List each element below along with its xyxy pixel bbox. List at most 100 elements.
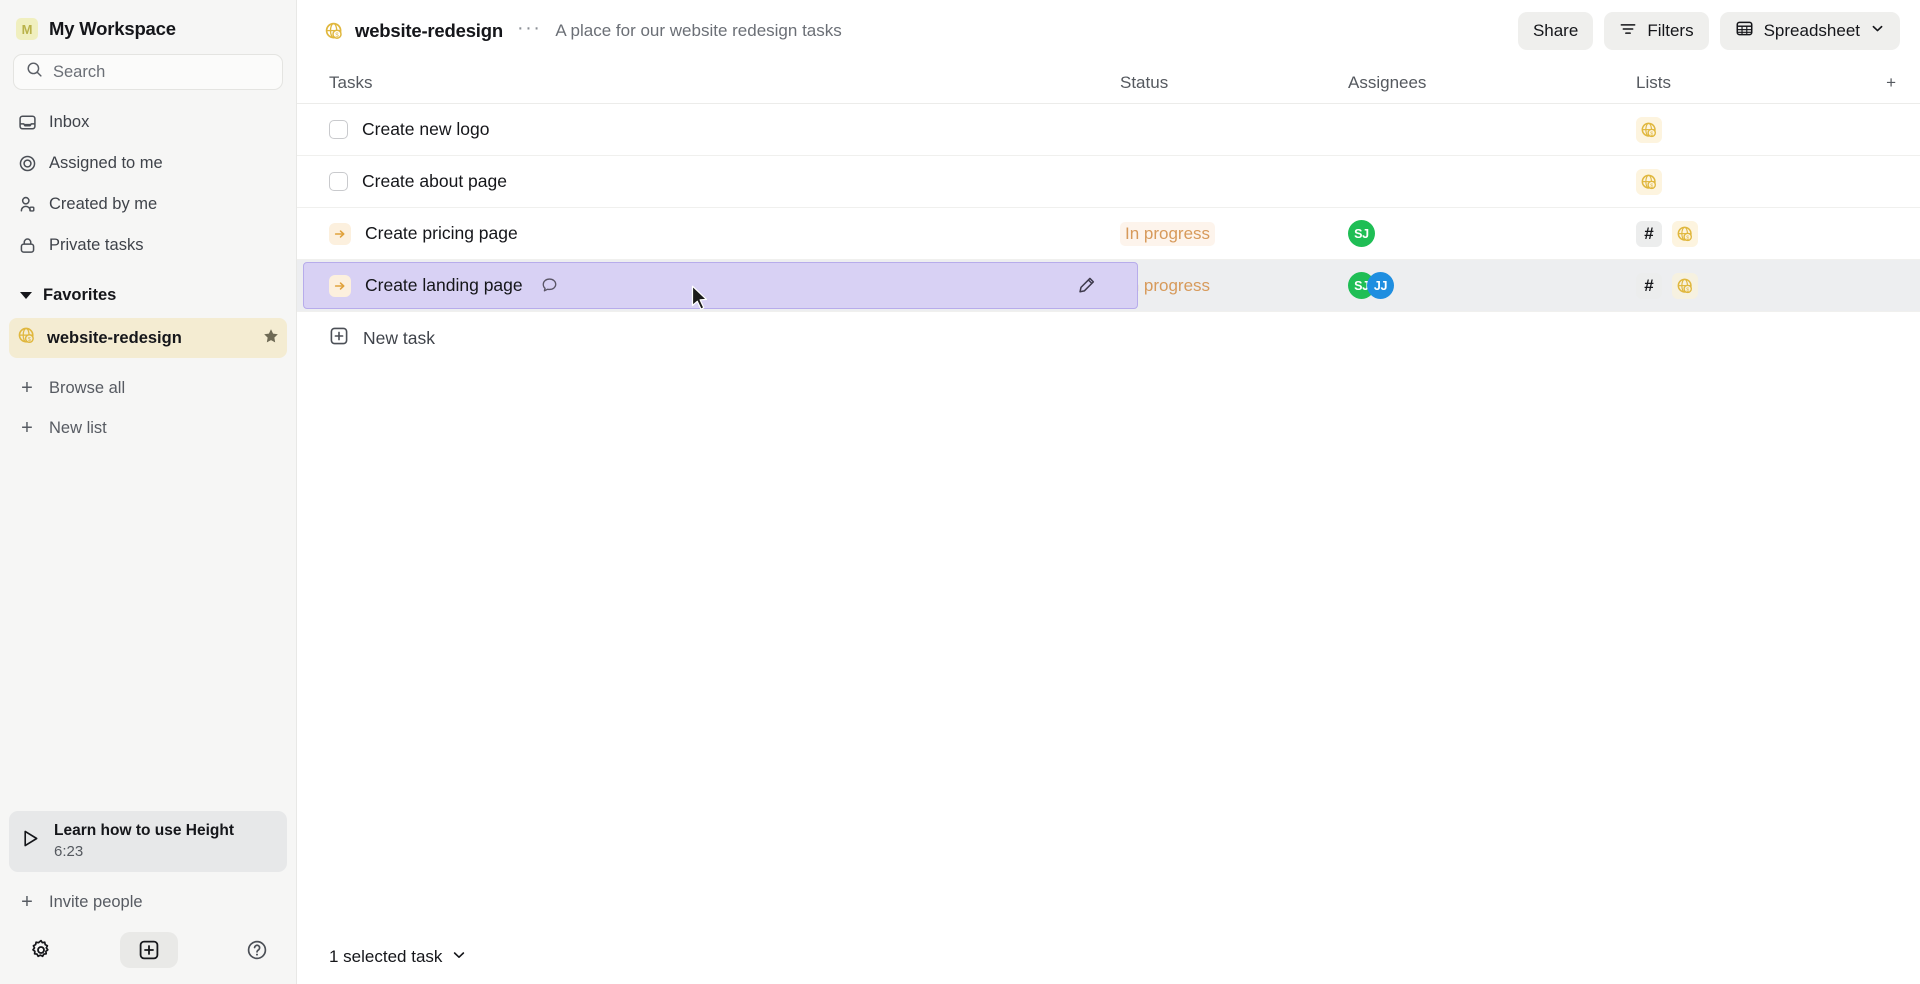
hash-list-icon: # xyxy=(1636,272,1662,299)
target-icon xyxy=(17,154,37,174)
add-box-icon[interactable] xyxy=(120,932,178,968)
sidebar: M My Workspace Search Inbox Assigned to … xyxy=(0,0,297,984)
sidebar-item-assigned-to-me[interactable]: Assigned to me xyxy=(9,143,287,184)
search-input[interactable]: Search xyxy=(13,54,283,90)
table-row[interactable]: Create pricing page In progress SJ # $ xyxy=(297,208,1920,260)
new-list-label: New list xyxy=(49,418,107,437)
table-row[interactable]: Create about page $ xyxy=(297,156,1920,208)
user-icon xyxy=(17,195,37,215)
share-label: Share xyxy=(1532,21,1579,40)
status-badge: In progress xyxy=(1120,221,1216,246)
workspace-header[interactable]: M My Workspace xyxy=(0,0,296,50)
filters-button[interactable]: Filters xyxy=(1604,12,1709,50)
new-list-button[interactable]: + New list xyxy=(9,408,287,448)
inbox-icon xyxy=(17,113,37,133)
lists-cell[interactable]: $ xyxy=(1636,116,1856,143)
task-checkbox[interactable] xyxy=(329,120,348,139)
search-icon xyxy=(26,61,43,83)
globe-money-icon: $ xyxy=(1672,272,1698,299)
help-icon[interactable] xyxy=(242,935,272,965)
share-button[interactable]: Share xyxy=(1517,12,1594,50)
column-header-tasks[interactable]: Tasks xyxy=(329,73,1120,93)
view-label: Spreadsheet xyxy=(1763,21,1860,40)
sidebar-item-label: Inbox xyxy=(49,113,90,131)
column-header-status[interactable]: Status xyxy=(1120,73,1348,93)
column-header-lists[interactable]: Lists xyxy=(1636,73,1856,93)
learn-height-card[interactable]: Learn how to use Height 6:23 xyxy=(9,810,287,872)
sidebar-item-private-tasks[interactable]: Private tasks xyxy=(9,225,287,266)
topbar: $ website-redesign ··· A place for our w… xyxy=(297,0,1920,62)
hash-list-icon: # xyxy=(1636,220,1662,247)
task-checkbox[interactable] xyxy=(329,172,348,191)
task-cell[interactable]: Create pricing page xyxy=(329,208,1120,259)
new-task-row[interactable]: New task xyxy=(297,312,1920,364)
add-box-icon xyxy=(329,326,349,351)
view-selector-button[interactable]: Spreadsheet xyxy=(1719,12,1900,50)
table-body: Create new logo $ Create about page $ Create… xyxy=(297,104,1920,312)
filters-label: Filters xyxy=(1647,21,1694,40)
globe-money-icon: $ xyxy=(1636,116,1662,143)
globe-money-icon: $ xyxy=(1672,220,1698,247)
add-column-button[interactable]: + xyxy=(1856,73,1896,93)
task-cell[interactable]: Create landing page xyxy=(303,260,1138,311)
assignees-cell[interactable]: SJ xyxy=(1348,220,1636,247)
browse-all-button[interactable]: + Browse all xyxy=(9,368,287,408)
comment-icon[interactable] xyxy=(541,277,558,294)
table-header-row: Tasks Status Assignees Lists + xyxy=(297,62,1920,104)
sidebar-item-created-by-me[interactable]: Created by me xyxy=(9,184,287,225)
sidebar-item-label: Private tasks xyxy=(49,236,144,254)
column-header-assignees[interactable]: Assignees xyxy=(1348,73,1636,93)
globe-money-icon: $ xyxy=(1636,168,1662,195)
lists-cell[interactable]: # $ xyxy=(1636,220,1856,247)
svg-text:$: $ xyxy=(1686,235,1689,241)
task-cell[interactable]: Create new logo xyxy=(329,104,1120,155)
avatar: SJ xyxy=(1348,220,1375,247)
table-row[interactable]: Create new logo $ xyxy=(297,104,1920,156)
workspace-name: My Workspace xyxy=(49,18,176,39)
status-cell[interactable]: In progress xyxy=(1120,221,1348,246)
new-task-label: New task xyxy=(363,327,435,348)
star-icon[interactable] xyxy=(263,328,279,349)
task-name: Create new logo xyxy=(362,119,490,139)
plus-icon: + xyxy=(21,417,33,439)
avatar: JJ xyxy=(1367,272,1394,299)
favorites-label: Favorites xyxy=(43,285,117,304)
sidebar-nav: Inbox Assigned to me Created by me Priva… xyxy=(0,102,296,266)
invite-people-button[interactable]: + Invite people xyxy=(9,882,287,922)
task-name: Create about page xyxy=(362,171,507,191)
task-cell[interactable]: Create about page xyxy=(329,156,1120,207)
edit-pencil-icon[interactable] xyxy=(1077,276,1096,295)
sidebar-item-label: Assigned to me xyxy=(49,154,163,172)
chevron-down-icon[interactable] xyxy=(451,947,467,968)
topbar-actions: Share Filters Spreadsheet xyxy=(1517,12,1900,50)
svg-text:$: $ xyxy=(1686,287,1689,293)
status-bar: 1 selected task xyxy=(297,930,1920,984)
globe-money-icon: $ xyxy=(323,20,345,42)
sidebar-bottom-icons xyxy=(0,922,296,976)
selection-count-label: 1 selected task xyxy=(329,947,443,966)
page-title: website-redesign xyxy=(355,20,503,41)
task-label-group: Create pricing page xyxy=(329,222,518,245)
lists-cell[interactable]: # $ xyxy=(1636,272,1856,299)
app-root: M My Workspace Search Inbox Assigned to … xyxy=(0,0,1920,984)
invite-people-label: Invite people xyxy=(49,892,143,911)
sidebar-item-website-redesign[interactable]: $ website-redesign xyxy=(9,318,287,358)
in-progress-arrow-icon[interactable] xyxy=(329,222,351,245)
assignees-cell[interactable]: SJ JJ xyxy=(1348,272,1636,299)
in-progress-arrow-icon[interactable] xyxy=(329,274,351,297)
spreadsheet-icon xyxy=(1735,19,1754,43)
favorites-section-header[interactable]: Favorites xyxy=(9,274,287,316)
table-row[interactable]: Create landing page In progress SJ JJ # $ xyxy=(297,260,1920,312)
gear-icon[interactable] xyxy=(26,935,56,965)
globe-money-icon: $ xyxy=(17,326,36,350)
status-cell[interactable]: In progress xyxy=(1120,274,1348,298)
more-options-button[interactable]: ··· xyxy=(517,18,541,44)
lists-cell[interactable]: $ xyxy=(1636,168,1856,195)
sidebar-item-inbox[interactable]: Inbox xyxy=(9,102,287,143)
learn-card-title: Learn how to use Height xyxy=(54,821,234,839)
chevron-down-icon xyxy=(1870,21,1885,41)
svg-text:$: $ xyxy=(1650,131,1653,137)
task-name: Create pricing page xyxy=(365,223,518,243)
search-placeholder: Search xyxy=(53,62,106,81)
plus-icon: + xyxy=(21,891,33,913)
